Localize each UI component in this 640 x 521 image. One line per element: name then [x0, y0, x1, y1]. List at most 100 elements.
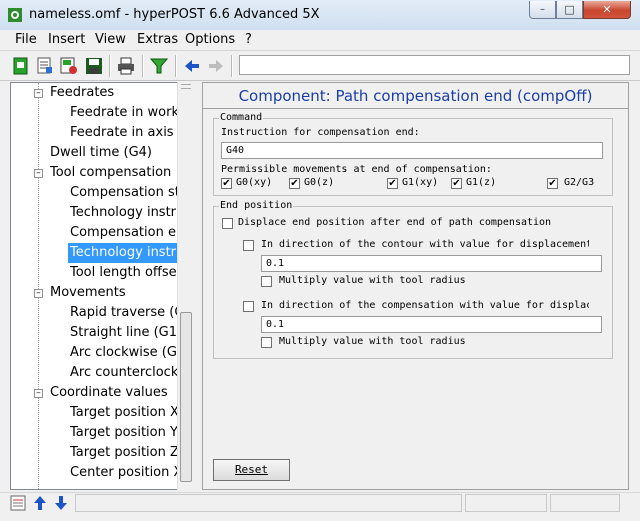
movement-label-g1-z: G1(z): [466, 177, 497, 188]
left-margin: [0, 82, 10, 490]
tree-item-label: Straight line (G1): [70, 325, 183, 340]
command-group-title: Command: [219, 112, 264, 123]
tree-item-label: Feedrate in workpl: [70, 105, 191, 120]
tree-item-label: Feedrates: [50, 85, 115, 100]
menu-file[interactable]: File: [15, 32, 37, 47]
tree-item[interactable]: Arc clockwise (G2): [68, 343, 192, 363]
tree-item[interactable]: Technology instruc: [66, 242, 192, 264]
menu-options[interactable]: Options: [185, 32, 235, 47]
tree-item[interactable]: Compensation end: [68, 223, 192, 243]
tree-item[interactable]: Rapid traverse (G0: [68, 303, 193, 323]
minimize-button[interactable]: –: [529, 1, 556, 19]
component-tree[interactable]: – Feedrates Feedrate in workpl Feedrate in …: [10, 82, 193, 490]
displace-label: Displace end position after end of path …: [238, 217, 552, 228]
tree-item[interactable]: Tool length offset: [68, 263, 184, 283]
window-title: nameless.omf - hyperPOST 6.6 Advanced 5X: [29, 7, 320, 22]
save-as-icon[interactable]: [60, 57, 78, 75]
movement-label-g2-g3: G2/G3: [564, 177, 595, 188]
tree-item[interactable]: Target position X (: [68, 403, 190, 423]
tree-item[interactable]: Technology instruc: [68, 203, 192, 223]
back-arrow-icon[interactable]: [183, 57, 201, 75]
tree-item[interactable]: Straight line (G1): [68, 323, 184, 343]
movement-label-g0-z: G0(z): [304, 177, 335, 188]
checkbox-comp-multiply[interactable]: [261, 337, 272, 348]
contour-value-input[interactable]: 0.1: [261, 255, 602, 272]
tree-item[interactable]: Tool compensation: [50, 163, 171, 183]
maximize-button[interactable]: □: [556, 1, 583, 19]
tree-item-label: Target position Y (: [70, 425, 188, 440]
tree-scrollbar-thumb[interactable]: [180, 312, 192, 482]
tree-expander-icon[interactable]: –: [34, 289, 43, 298]
toolbar-text-field[interactable]: [239, 55, 630, 75]
checkbox-contour-direction[interactable]: [243, 240, 254, 251]
tree-expander-icon[interactable]: –: [34, 169, 43, 178]
down-arrow-icon[interactable]: [54, 495, 68, 511]
tree-scrollbar[interactable]: [177, 82, 194, 490]
status-cell-2: [465, 494, 547, 512]
menu-help[interactable]: ?: [245, 32, 252, 47]
open-icon[interactable]: [36, 57, 54, 75]
end-position-group-title: End position: [219, 200, 294, 211]
status-cell-main: [75, 494, 462, 512]
checkbox-contour-multiply[interactable]: [261, 276, 272, 287]
comp-value-input[interactable]: 0.1: [261, 316, 602, 333]
forward-arrow-icon[interactable]: [207, 57, 225, 75]
print-icon[interactable]: [117, 57, 135, 75]
tree-item-label: Arc counterclockwi: [70, 365, 193, 380]
reset-button-label: Reset: [234, 463, 269, 476]
tree-item[interactable]: Feedrates: [50, 83, 114, 103]
tree-item-label: Compensation star: [70, 185, 193, 200]
reset-button[interactable]: Reset: [213, 459, 290, 481]
checkbox-g0-xy[interactable]: ✔: [221, 178, 232, 189]
checkbox-g0-z[interactable]: ✔: [289, 178, 300, 189]
tree-item[interactable]: Feedrate in workpl: [68, 103, 192, 123]
notes-icon[interactable]: [10, 495, 26, 511]
checkbox-g1-xy[interactable]: ✔: [387, 178, 398, 189]
close-button[interactable]: ✕: [583, 1, 631, 19]
movement-label-g1-xy: G1(xy): [402, 177, 439, 188]
checkbox-comp-direction[interactable]: [243, 301, 254, 312]
tree-item[interactable]: Arc counterclockwi: [68, 363, 193, 383]
tree-item-label: Rapid traverse (G0: [70, 305, 193, 320]
filter-icon[interactable]: [150, 57, 168, 75]
instruction-input[interactable]: G40: [221, 142, 603, 159]
contour-direction-label: In direction of the contour with value f…: [261, 239, 589, 250]
new-icon[interactable]: [12, 57, 30, 75]
app-gear-icon: [8, 8, 22, 22]
tree-expander-icon[interactable]: –: [34, 89, 43, 98]
maximize-icon: □: [564, 3, 575, 16]
menu-extras[interactable]: Extras: [137, 32, 178, 47]
comp-direction-label: In direction of the compensation with va…: [261, 300, 589, 311]
tree-item-label: Feedrate in axis di: [70, 125, 190, 140]
status-cell-3: [550, 494, 620, 512]
movements-label: Permissible movements at end of compensa…: [221, 164, 492, 175]
tree-item[interactable]: Coordinate values: [50, 383, 168, 403]
menu-insert[interactable]: Insert: [48, 32, 85, 47]
tree-item-label: Movements: [50, 285, 126, 300]
tree-item-label: Dwell time (G4): [50, 145, 152, 160]
tree-item[interactable]: Compensation star: [68, 183, 193, 203]
up-arrow-icon[interactable]: [33, 495, 47, 511]
save-icon[interactable]: [85, 57, 103, 75]
menu-view[interactable]: View: [95, 32, 126, 47]
toolbar-separator: [142, 55, 144, 77]
minimize-icon: –: [540, 4, 545, 15]
tree-item-label: Center position X (: [70, 465, 192, 480]
tree-item[interactable]: Center position X (: [68, 463, 192, 483]
tree-item-label: Technology instruc: [70, 245, 192, 260]
checkbox-displace-end[interactable]: [222, 218, 233, 229]
tree-item[interactable]: Target position Z (: [68, 443, 190, 463]
movement-label-g0-xy: G0(xy): [236, 177, 273, 188]
tree-item-label: Tool length offset: [70, 265, 182, 280]
tree-item-label: Target position X (: [70, 405, 189, 420]
instruction-label: Instruction for compensation end:: [221, 127, 420, 138]
tree-item[interactable]: Target position Y (: [68, 423, 189, 443]
tree-expander-icon[interactable]: –: [34, 389, 43, 398]
tree-item[interactable]: Movements: [50, 283, 126, 303]
comp-multiply-label: Multiply value with tool radius: [279, 336, 466, 347]
checkbox-g2-g3[interactable]: ✔: [547, 178, 558, 189]
checkbox-g1-z[interactable]: ✔: [451, 178, 462, 189]
tree-item[interactable]: Feedrate in axis di: [68, 123, 192, 143]
tree-item-label: Technology instruc: [70, 205, 192, 220]
tree-item[interactable]: Dwell time (G4): [50, 143, 152, 163]
